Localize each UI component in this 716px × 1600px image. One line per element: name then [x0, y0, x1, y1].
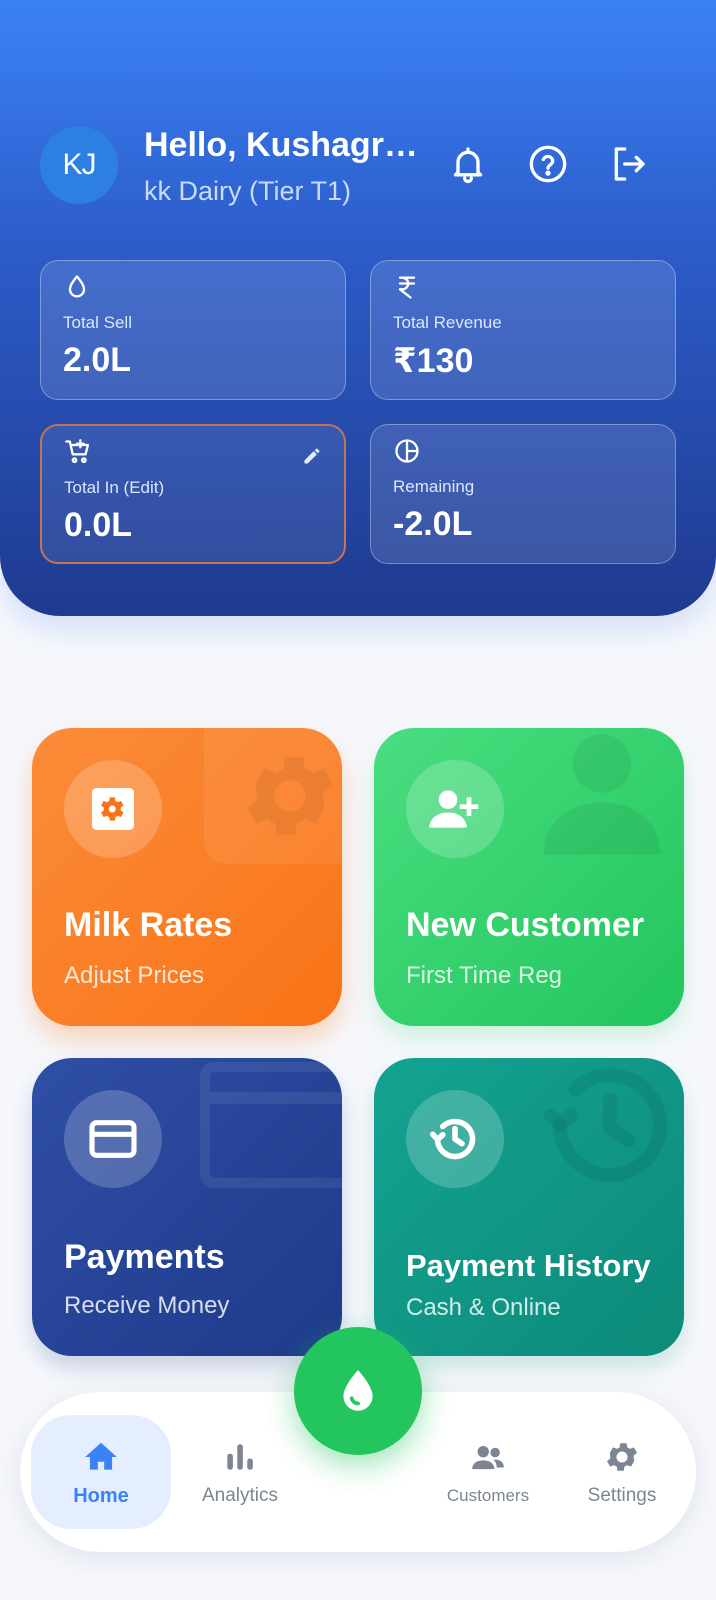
card-watermark-icon	[200, 1062, 342, 1188]
person-watermark-icon	[543, 734, 661, 855]
milk-drop-icon	[343, 1370, 373, 1411]
greeting-text: Hello, Kushagr…	[144, 126, 418, 164]
tile-subtitle: Cash & Online	[406, 1294, 561, 1321]
stat-label: Total Sell	[63, 313, 132, 332]
stat-label: Total Revenue	[393, 313, 502, 332]
credit-card-icon	[64, 1090, 162, 1188]
bell-icon[interactable]	[446, 142, 490, 186]
milk-rates-tile[interactable]: Milk Rates Adjust Prices	[32, 728, 342, 1026]
payments-tile[interactable]: Payments Receive Money	[32, 1058, 342, 1356]
stat-total-revenue: Total Revenue ₹130	[370, 260, 676, 400]
nav-home[interactable]: Home	[32, 1392, 170, 1552]
nav-analytics[interactable]: Analytics	[188, 1392, 292, 1552]
history-icon	[406, 1090, 504, 1188]
stat-value: 0.0L	[64, 506, 133, 544]
gear-watermark-icon	[247, 756, 333, 836]
rupee-icon	[393, 273, 423, 303]
help-icon[interactable]	[526, 142, 570, 186]
nav-customers[interactable]: Customers	[426, 1392, 550, 1552]
pie-chart-icon	[393, 437, 423, 467]
history-watermark-icon	[543, 1068, 667, 1182]
nav-settings[interactable]: Settings	[568, 1392, 676, 1552]
add-milk-fab-button[interactable]	[294, 1327, 422, 1455]
settings-box-icon	[64, 760, 162, 858]
dashboard-header: KJ Hello, Kushagr… kk Dairy (Tier T1) To…	[0, 0, 716, 616]
tile-subtitle: Adjust Prices	[64, 962, 205, 989]
stat-total-in-edit[interactable]: Total In (Edit) 0.0L	[40, 424, 346, 564]
tile-title: New Customer	[406, 906, 645, 944]
tile-title: Milk Rates	[64, 906, 233, 944]
stat-value: 2.0L	[63, 341, 132, 379]
new-customer-tile[interactable]: New Customer First Time Reg	[374, 728, 684, 1026]
avatar[interactable]: KJ	[40, 126, 118, 204]
stat-value: ₹130	[393, 342, 474, 380]
gear-icon	[602, 1437, 642, 1477]
cart-plus-icon	[64, 438, 94, 468]
payment-history-tile[interactable]: Payment History Cash & Online	[374, 1058, 684, 1356]
add-user-icon	[406, 760, 504, 858]
tile-subtitle: First Time Reg	[406, 962, 563, 989]
home-icon	[81, 1437, 121, 1477]
customers-icon	[468, 1438, 508, 1478]
nav-label: Settings	[587, 1485, 657, 1506]
logout-icon[interactable]	[606, 142, 650, 186]
stat-total-sell: Total Sell 2.0L	[40, 260, 346, 400]
stat-label: Total In (Edit)	[64, 478, 165, 497]
bar-chart-icon	[220, 1437, 260, 1477]
stat-label: Remaining	[393, 477, 475, 496]
edit-pencil-icon[interactable]	[302, 446, 322, 466]
decorative-stripe	[210, 1092, 342, 1104]
droplet-icon	[63, 273, 93, 303]
tile-subtitle: Receive Money	[64, 1292, 230, 1319]
nav-label: Customers	[446, 1486, 530, 1505]
stat-value: -2.0L	[393, 505, 473, 543]
nav-label: Analytics	[201, 1485, 279, 1506]
stat-remaining: Remaining -2.0L	[370, 424, 676, 564]
tile-title: Payment History	[406, 1248, 651, 1283]
dairy-subtitle: kk Dairy (Tier T1)	[144, 176, 352, 206]
tile-title: Payments	[64, 1238, 225, 1276]
nav-label: Home	[73, 1484, 129, 1507]
